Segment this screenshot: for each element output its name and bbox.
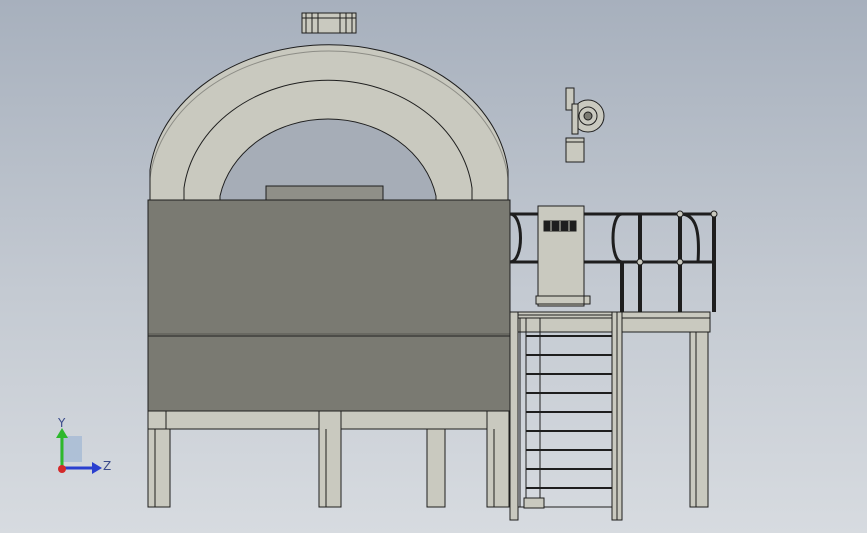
blower-unit bbox=[565, 87, 605, 163]
drum-body bbox=[147, 199, 511, 412]
top-hatch bbox=[265, 185, 384, 201]
x-axis-origin bbox=[58, 465, 66, 473]
dryer-model-drawing[interactable]: Y Z bbox=[0, 0, 867, 533]
z-axis-label: Z bbox=[103, 459, 111, 473]
axis-triad: Y Z bbox=[56, 416, 111, 474]
support-frame bbox=[147, 410, 511, 508]
control-cabinet bbox=[535, 205, 591, 307]
access-stairs bbox=[517, 311, 623, 521]
arched-hood bbox=[149, 44, 509, 201]
z-axis-arrow bbox=[92, 462, 102, 474]
y-axis-label: Y bbox=[57, 416, 66, 430]
exhaust-stack bbox=[301, 12, 357, 34]
cad-viewport[interactable]: Y Z bbox=[0, 0, 867, 533]
